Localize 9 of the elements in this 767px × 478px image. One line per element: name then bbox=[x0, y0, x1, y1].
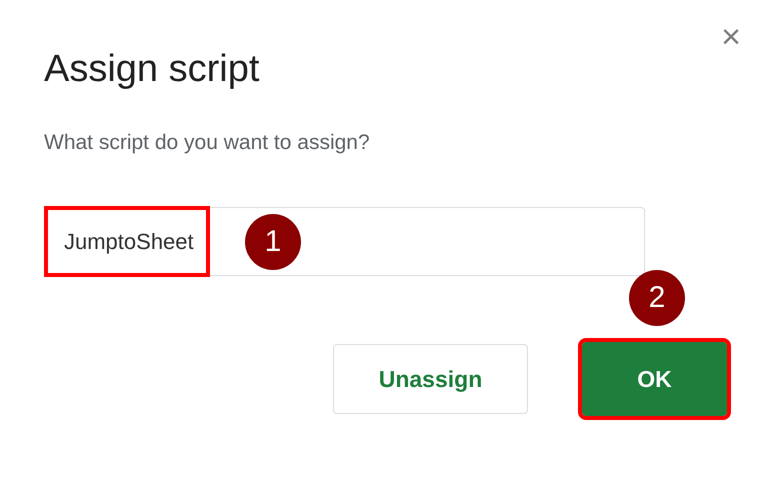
dialog-title: Assign script bbox=[44, 48, 260, 91]
ok-button[interactable]: OK bbox=[582, 342, 727, 416]
input-field[interactable]: JumptoSheet 1 bbox=[44, 207, 645, 276]
close-icon[interactable]: × bbox=[721, 22, 741, 52]
step-badge: 2 bbox=[629, 270, 685, 326]
prompt-text: What script do you want to assign? bbox=[44, 131, 371, 155]
unassign-button[interactable]: Unassign bbox=[333, 344, 528, 414]
step-badge: 1 bbox=[245, 214, 301, 270]
field-value: JumptoSheet bbox=[44, 206, 210, 277]
